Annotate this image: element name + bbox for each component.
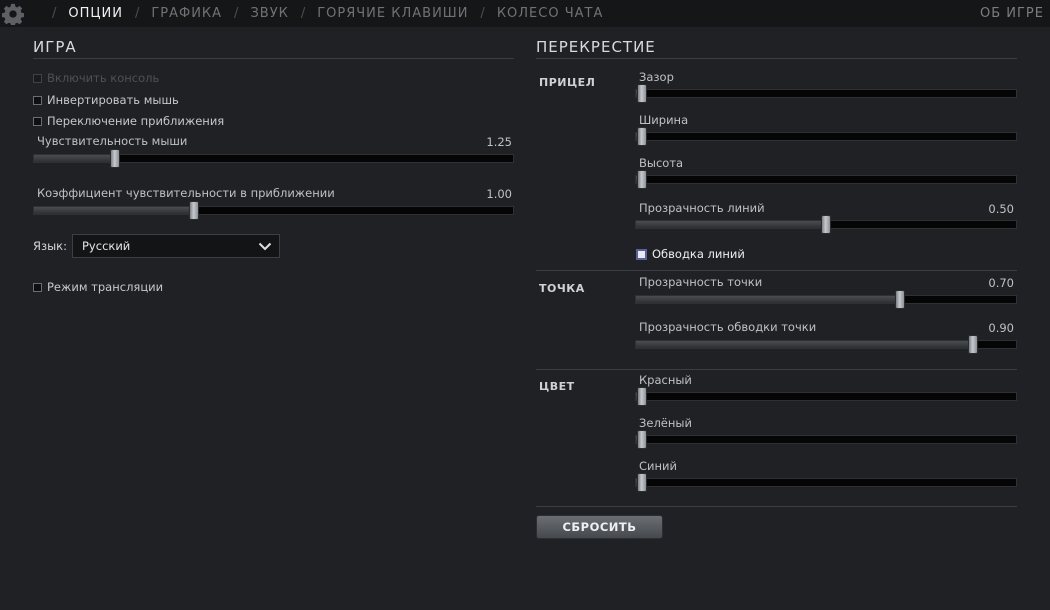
enable-console-checkbox[interactable]: Включить консоль [33,71,159,85]
game-section-title: ИГРА [33,38,77,56]
slider-thumb[interactable] [637,430,647,449]
nav-separator: / [134,6,140,21]
checkbox-label: Переключение приближения [47,114,225,128]
checkbox-box [636,248,647,260]
gear-icon[interactable] [2,3,24,25]
blue-label: Синий [639,459,677,473]
dot-group-label: ТОЧКА [539,282,585,295]
line-opacity-label: Прозрачность линий [639,201,765,215]
green-label: Зелёный [639,416,692,430]
slider-thumb[interactable] [637,387,647,406]
slider-fill [636,221,826,228]
divider [536,506,1017,507]
slider-fill [34,207,195,214]
slider-thumb[interactable] [109,149,120,168]
height-label: Высота [639,156,684,170]
dot-outline-opacity-slider[interactable] [635,335,1017,354]
nav-separator: / [300,6,306,21]
red-slider[interactable] [635,387,1017,406]
mouse-sensitivity-slider[interactable] [33,149,514,168]
divider [33,58,514,59]
language-dropdown[interactable]: Русский [72,234,280,258]
nav-separator: / [52,6,57,21]
checkbox-box [33,95,42,105]
red-label: Красный [639,373,692,387]
checkbox-label: Инвертировать мышь [47,93,179,107]
gap-slider[interactable] [635,84,1017,103]
height-slider[interactable] [635,170,1017,189]
line-opacity-slider[interactable] [635,215,1017,234]
slider-fill [34,155,115,162]
color-group-label: ЦВЕТ [539,380,575,393]
zoom-sensitivity-label: Коэффициент чувствительности в приближен… [37,186,335,200]
dot-opacity-label: Прозрачность точки [639,275,763,289]
mouse-sensitivity-value: 1.25 [486,135,512,149]
dot-outline-opacity-label: Прозрачность обводки точки [639,320,817,334]
tab-hotkeys[interactable]: ГОРЯЧИЕ КЛАВИШИ [317,6,468,21]
slider-thumb[interactable] [968,335,979,354]
checkbox-label: Включить консоль [47,71,160,85]
language-selected-value: Русский [82,239,131,253]
zoom-sensitivity-slider[interactable] [33,201,514,220]
slider-thumb[interactable] [637,84,647,103]
slider-thumb[interactable] [637,473,647,492]
divider [536,58,1017,59]
dot-opacity-value: 0.70 [988,276,1014,290]
checkbox-box [33,282,42,292]
broadcast-mode-checkbox[interactable]: Режим трансляции [33,280,163,294]
slider-thumb[interactable] [894,290,905,309]
line-outline-checkbox[interactable]: Обводка линий [636,247,745,261]
tab-chat-wheel[interactable]: КОЛЕСО ЧАТА [497,6,604,21]
checkbox-label: Обводка линий [652,247,745,261]
tab-graphics[interactable]: ГРАФИКА [151,6,222,21]
nav-separator: / [480,6,485,21]
nav-separator: / [234,6,239,21]
divider [536,369,1017,370]
tab-sound[interactable]: ЗВУК [250,6,288,21]
green-slider[interactable] [635,430,1017,449]
slider-thumb[interactable] [637,127,647,146]
slider-thumb[interactable] [637,170,647,189]
slider-thumb[interactable] [189,201,200,220]
zoom-sensitivity-value: 1.00 [486,187,512,201]
tab-options[interactable]: ОПЦИИ [68,6,123,21]
width-label: Ширина [639,113,689,127]
invert-mouse-checkbox[interactable]: Инвертировать мышь [33,93,179,107]
slider-thumb[interactable] [821,215,831,234]
dot-outline-opacity-value: 0.90 [988,321,1014,335]
slider-fill [636,341,974,348]
line-opacity-value: 0.50 [988,202,1014,216]
mouse-sensitivity-label: Чувствительность мыши [37,134,188,148]
blue-slider[interactable] [635,473,1017,492]
slider-fill [636,296,900,303]
checkbox-box [33,116,42,126]
zoom-toggle-checkbox[interactable]: Переключение приближения [33,114,224,128]
checkbox-label: Режим трансляции [47,280,164,294]
top-nav-bar: / ОПЦИИ / ГРАФИКА / ЗВУК / ГОРЯЧИЕ КЛАВИ… [0,0,1050,27]
about-game-link[interactable]: ОБ ИГРЕ [980,6,1044,21]
sight-group-label: ПРИЦЕЛ [539,76,596,89]
width-slider[interactable] [635,127,1017,146]
language-label: Язык: [33,239,68,253]
nav-tabs: / ОПЦИИ / ГРАФИКА / ЗВУК / ГОРЯЧИЕ КЛАВИ… [40,0,603,27]
gap-label: Зазор [639,70,674,84]
chevron-down-icon [258,242,272,251]
crosshair-section-title: ПЕРЕКРЕСТИЕ [536,38,656,56]
reset-button[interactable]: СБРОСИТЬ [536,515,663,539]
dot-opacity-slider[interactable] [635,290,1017,309]
divider [536,270,1017,271]
checkbox-box [33,73,42,83]
